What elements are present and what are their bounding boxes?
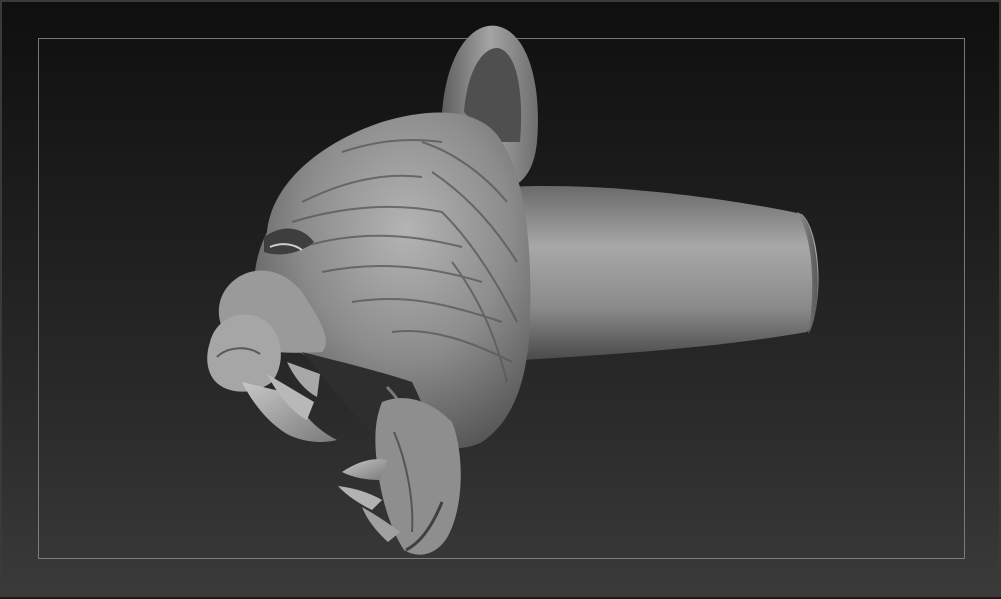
tiger-head-ring-icon[interactable] bbox=[2, 2, 1001, 599]
ring-band bbox=[507, 186, 819, 360]
sculpt-viewport[interactable] bbox=[0, 0, 1001, 597]
